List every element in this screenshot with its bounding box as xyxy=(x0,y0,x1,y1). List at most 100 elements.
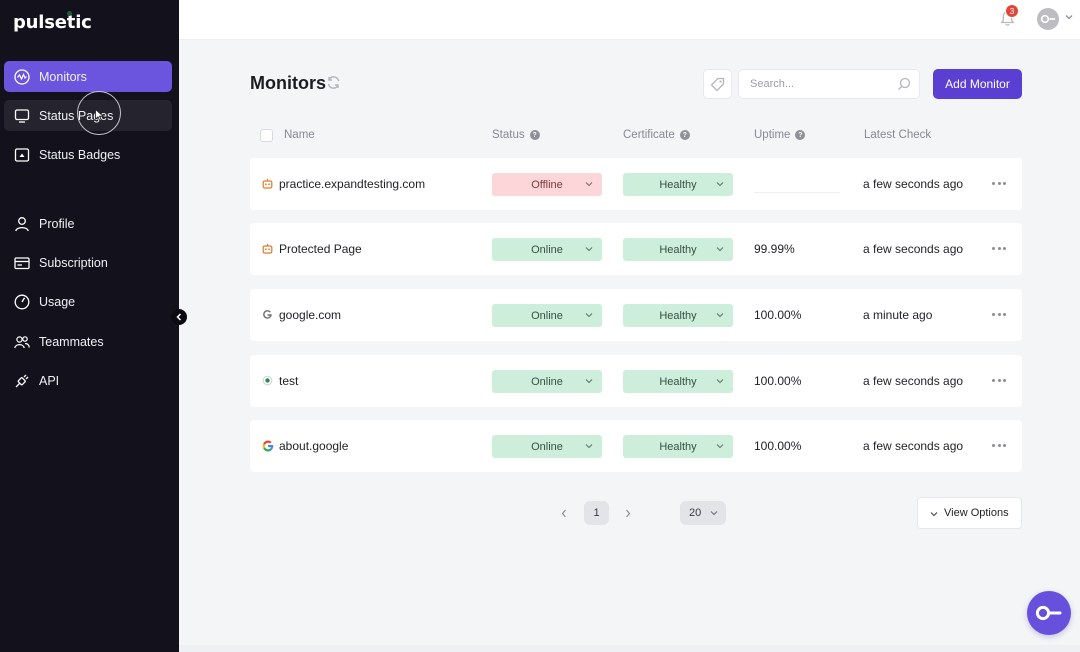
topbar xyxy=(179,0,1080,40)
uptime-placeholder xyxy=(754,192,840,193)
robot-icon xyxy=(261,242,274,255)
latest-check: a few seconds ago xyxy=(863,439,964,453)
status-dropdown[interactable]: Online xyxy=(492,238,602,261)
column-header-uptime[interactable]: Uptime? xyxy=(754,129,806,141)
latest-check: a few seconds ago xyxy=(863,177,964,191)
notification-badge: 3 xyxy=(1005,4,1019,18)
screen-icon xyxy=(14,108,30,124)
pagination-prev-button[interactable] xyxy=(558,506,570,520)
select-all-checkbox[interactable] xyxy=(260,129,273,142)
certificate-dropdown[interactable]: Healthy xyxy=(623,238,733,261)
robot-icon xyxy=(261,177,274,190)
monitor-name[interactable]: google.com xyxy=(279,308,341,322)
collapse-sidebar-button[interactable] xyxy=(171,309,187,325)
sidebar-item-profile[interactable]: Profile xyxy=(4,208,172,239)
search-input[interactable] xyxy=(739,70,889,98)
sidebar-item-usage[interactable]: Usage xyxy=(4,286,172,317)
column-header-latest-check[interactable]: Latest Check xyxy=(864,129,931,141)
chevron-left-icon xyxy=(176,313,182,321)
app-logo[interactable]: pulsetic xyxy=(13,12,92,33)
refresh-icon[interactable] xyxy=(326,75,341,90)
pagination-next-button[interactable] xyxy=(622,506,634,520)
avatar[interactable] xyxy=(1037,8,1059,30)
column-header-status[interactable]: Status? xyxy=(492,129,540,141)
latest-check: a few seconds ago xyxy=(863,242,964,256)
sidebar-item-label: API xyxy=(39,373,60,388)
pulsetic-face-icon xyxy=(1040,14,1055,24)
status-dropdown[interactable]: Offline xyxy=(492,173,602,196)
sidebar-item-monitors[interactable]: Monitors xyxy=(4,61,172,92)
sidebar-item-api[interactable]: API xyxy=(4,365,172,396)
chevron-down-icon xyxy=(716,182,724,187)
chevron-right-icon xyxy=(626,509,631,517)
chevron-down-icon xyxy=(716,247,724,252)
status-dropdown[interactable]: Online xyxy=(492,304,602,327)
uptime-value: 100.00% xyxy=(754,374,802,388)
table-row[interactable]: about.google Online Healthy 100.00% a fe… xyxy=(250,420,1022,472)
monitor-name[interactable]: practice.expandtesting.com xyxy=(279,177,425,191)
certificate-dropdown[interactable]: Healthy xyxy=(623,173,733,196)
monitor-pulse-icon xyxy=(14,68,30,85)
table-row[interactable]: test Online Healthy 100.00% a few second… xyxy=(250,355,1022,407)
sidebar: pulsetic Monitors Status Pages Status Ba… xyxy=(0,0,179,652)
row-more-button[interactable] xyxy=(992,177,1006,189)
monitor-name[interactable]: Protected Page xyxy=(279,242,362,256)
add-monitor-button[interactable]: Add Monitor xyxy=(933,69,1022,99)
status-dropdown[interactable]: Online xyxy=(492,435,602,458)
latest-check: a minute ago xyxy=(863,308,933,322)
tags-filter-button[interactable] xyxy=(703,69,732,99)
latest-check: a few seconds ago xyxy=(863,374,964,388)
uptime-value: 99.99% xyxy=(754,242,795,256)
sidebar-item-label: Usage xyxy=(39,294,76,309)
card-icon xyxy=(14,255,30,271)
dot-icon xyxy=(261,374,274,387)
pagination-page-1[interactable]: 1 xyxy=(584,501,609,525)
sidebar-item-label: Subscription xyxy=(39,255,108,270)
page-title: Monitors xyxy=(250,73,326,93)
table-row[interactable]: google.com Online Healthy 100.00% a minu… xyxy=(250,289,1022,341)
column-header-certificate[interactable]: Certificate? xyxy=(623,129,690,141)
certificate-dropdown[interactable]: Healthy xyxy=(623,370,733,393)
help-icon[interactable]: ? xyxy=(529,130,540,140)
monitor-name[interactable]: test xyxy=(279,374,298,388)
chevron-down-icon xyxy=(585,313,593,318)
support-chat-button[interactable] xyxy=(1027,591,1071,635)
chevron-down-icon[interactable] xyxy=(1064,12,1074,22)
sidebar-item-status-badges[interactable]: Status Badges xyxy=(4,139,172,170)
plug-icon xyxy=(14,373,30,389)
bottom-divider xyxy=(179,645,1080,652)
monitor-name[interactable]: about.google xyxy=(279,439,348,453)
row-more-button[interactable] xyxy=(992,242,1006,254)
search-box xyxy=(738,69,920,99)
sidebar-item-subscription[interactable]: Subscription xyxy=(4,247,172,278)
chevron-left-icon xyxy=(561,509,566,517)
row-more-button[interactable] xyxy=(992,308,1006,320)
chevron-down-icon xyxy=(710,511,718,516)
page-size-select[interactable]: 20 xyxy=(680,501,726,525)
help-icon[interactable]: ? xyxy=(679,130,690,140)
chevron-down-icon xyxy=(716,313,724,318)
certificate-dropdown[interactable]: Healthy xyxy=(623,304,733,327)
chevron-down-icon xyxy=(716,379,724,384)
help-icon[interactable]: ? xyxy=(795,130,806,140)
row-more-button[interactable] xyxy=(992,374,1006,386)
sidebar-item-label: Teammates xyxy=(39,334,104,349)
sidebar-item-label: Profile xyxy=(39,216,75,231)
sidebar-item-teammates[interactable]: Teammates xyxy=(4,326,172,357)
view-options-button[interactable]: View Options xyxy=(917,497,1022,529)
status-dropdown[interactable]: Online xyxy=(492,370,602,393)
table-row[interactable]: Protected Page Online Healthy 99.99% a f… xyxy=(250,223,1022,275)
sidebar-item-label: Monitors xyxy=(39,69,87,84)
uptime-value: 100.00% xyxy=(754,308,802,322)
chevron-down-icon xyxy=(716,444,724,449)
table-row[interactable]: practice.expandtesting.com Offline Healt… xyxy=(250,158,1022,210)
tag-icon xyxy=(710,77,725,91)
chevron-down-icon xyxy=(930,512,938,517)
sidebar-item-label: Status Badges xyxy=(39,147,121,162)
google-g-small-icon xyxy=(261,308,274,321)
column-header-name[interactable]: Name xyxy=(284,129,315,141)
cursor-icon xyxy=(95,109,104,121)
search-icon[interactable] xyxy=(897,77,911,91)
row-more-button[interactable] xyxy=(992,439,1006,451)
certificate-dropdown[interactable]: Healthy xyxy=(623,435,733,458)
